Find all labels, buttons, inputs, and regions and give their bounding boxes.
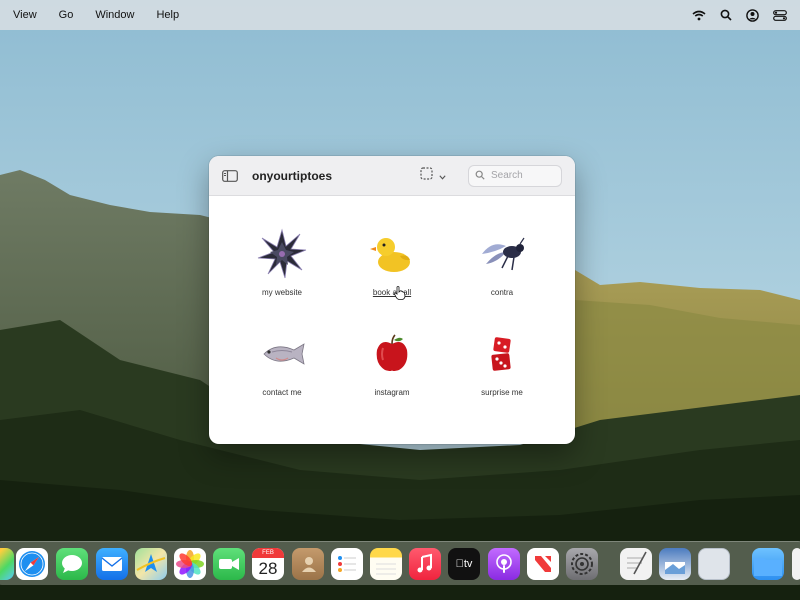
dock-textedit-icon[interactable] [620, 548, 652, 580]
search-icon[interactable] [720, 9, 732, 21]
hand-cursor-icon [394, 286, 406, 300]
menu-help[interactable]: Help [156, 9, 179, 21]
dock-tv-icon[interactable]: tv [448, 548, 480, 580]
dock-contacts-icon[interactable] [292, 548, 324, 580]
spiky-star-icon [254, 226, 310, 282]
menu-bar: View Go Window Help [0, 0, 800, 30]
calendar-day: 28 [258, 559, 278, 578]
dock-news-icon[interactable] [527, 548, 559, 580]
dock-launchpad-icon[interactable] [0, 548, 14, 580]
finder-window: onyourtiptoes my [209, 156, 575, 444]
dock-photos-icon[interactable] [174, 548, 206, 580]
dock-maps-icon[interactable] [135, 548, 167, 580]
search-input[interactable] [491, 170, 557, 181]
grid-item-contact-me[interactable]: contact me [232, 326, 332, 397]
apple-icon [364, 326, 420, 382]
dock-reminders-icon[interactable] [331, 548, 363, 580]
view-options-button[interactable] [420, 166, 446, 185]
grid-item-label: instagram [374, 388, 410, 397]
grid-item-label: my website [261, 288, 302, 297]
dock-messages-icon[interactable] [56, 548, 88, 580]
grid-item-my-website[interactable]: my website [232, 226, 332, 297]
grid-item-contra[interactable]: contra [452, 226, 552, 297]
dock-podcasts-icon[interactable] [488, 548, 520, 580]
rubber-duck-icon [364, 226, 420, 282]
tv-label: tv [456, 558, 473, 570]
dock-app-icon[interactable] [698, 548, 730, 580]
window-titlebar: onyourtiptoes [209, 156, 575, 196]
dock-notes-icon[interactable] [370, 548, 402, 580]
selection-icon [420, 166, 433, 185]
tv-text: tv [459, 558, 473, 570]
grid-item-label: contra [490, 288, 514, 297]
chevron-down-icon [439, 167, 446, 185]
grid-item-label: contact me [262, 388, 302, 397]
red-dice-icon [474, 326, 530, 382]
dock-calendar-icon[interactable]: FEB 28 [252, 548, 284, 580]
dock-safari-icon[interactable] [16, 548, 48, 580]
dock-system-settings-icon[interactable] [566, 548, 598, 580]
dock-mail-icon[interactable] [96, 548, 128, 580]
menu-extras [692, 8, 787, 22]
user-account-icon[interactable] [746, 8, 759, 22]
file-grid: my website book a call contra contact me… [209, 196, 575, 444]
search-field[interactable] [468, 164, 562, 187]
grid-item-instagram[interactable]: instagram [342, 326, 442, 397]
control-center-icon[interactable] [773, 9, 787, 21]
dock-preview-icon[interactable] [659, 548, 691, 580]
menu-go[interactable]: Go [59, 9, 74, 21]
menu-window[interactable]: Window [95, 9, 134, 21]
dock-trash-icon[interactable] [792, 548, 800, 580]
dock-facetime-icon[interactable] [213, 548, 245, 580]
search-icon [475, 167, 485, 185]
dock-music-icon[interactable] [409, 548, 441, 580]
dock-folder-icon[interactable] [752, 548, 784, 580]
wifi-icon[interactable] [692, 10, 706, 21]
calendar-month: FEB [252, 548, 284, 558]
wasp-icon [474, 226, 530, 282]
window-title: onyourtiptoes [252, 168, 332, 183]
menu-view[interactable]: View [13, 9, 37, 21]
grid-item-book-a-call[interactable]: book a call [342, 226, 442, 297]
sidebar-toggle-icon[interactable] [222, 169, 240, 183]
fish-icon [254, 326, 310, 382]
grid-item-surprise-me[interactable]: surprise me [452, 326, 552, 397]
grid-item-label: surprise me [481, 388, 523, 397]
